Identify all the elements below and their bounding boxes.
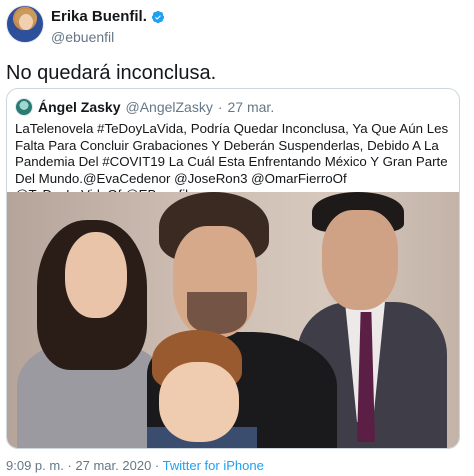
quoted-separator: · xyxy=(217,99,223,115)
footer-separator-2: · xyxy=(154,458,160,473)
footer-separator: · xyxy=(67,458,72,473)
tweet-text: No quedará inconclusa. xyxy=(6,62,217,84)
tweet-footer: 9:09 p. m. · 27 mar. 2020 · Twitter for … xyxy=(6,458,264,473)
tweet-date[interactable]: 27 mar. 2020 xyxy=(75,458,151,473)
tweet-header: Erika Buenfil. @ebuenfil xyxy=(6,5,466,45)
display-name[interactable]: Erika Buenfil. xyxy=(51,8,147,25)
tweet-time[interactable]: 9:09 p. m. xyxy=(6,458,64,473)
quoted-tweet-card[interactable]: Ángel Zasky @AngelZasky · 27 mar. LaTele… xyxy=(6,88,460,449)
quoted-date: 27 mar. xyxy=(227,99,275,115)
quoted-display-name: Ángel Zasky xyxy=(38,99,121,115)
verified-badge-icon xyxy=(151,10,164,23)
avatar[interactable] xyxy=(6,5,44,43)
user-info[interactable]: Erika Buenfil. @ebuenfil xyxy=(51,8,165,45)
quoted-avatar xyxy=(15,98,33,116)
quoted-handle: @AngelZasky xyxy=(125,99,213,115)
tweet-source-link[interactable]: Twitter for iPhone xyxy=(163,458,264,473)
quoted-tweet-header: Ángel Zasky @AngelZasky · 27 mar. xyxy=(15,97,274,117)
user-handle[interactable]: @ebuenfil xyxy=(51,29,165,45)
quoted-tweet-image[interactable] xyxy=(7,192,459,448)
